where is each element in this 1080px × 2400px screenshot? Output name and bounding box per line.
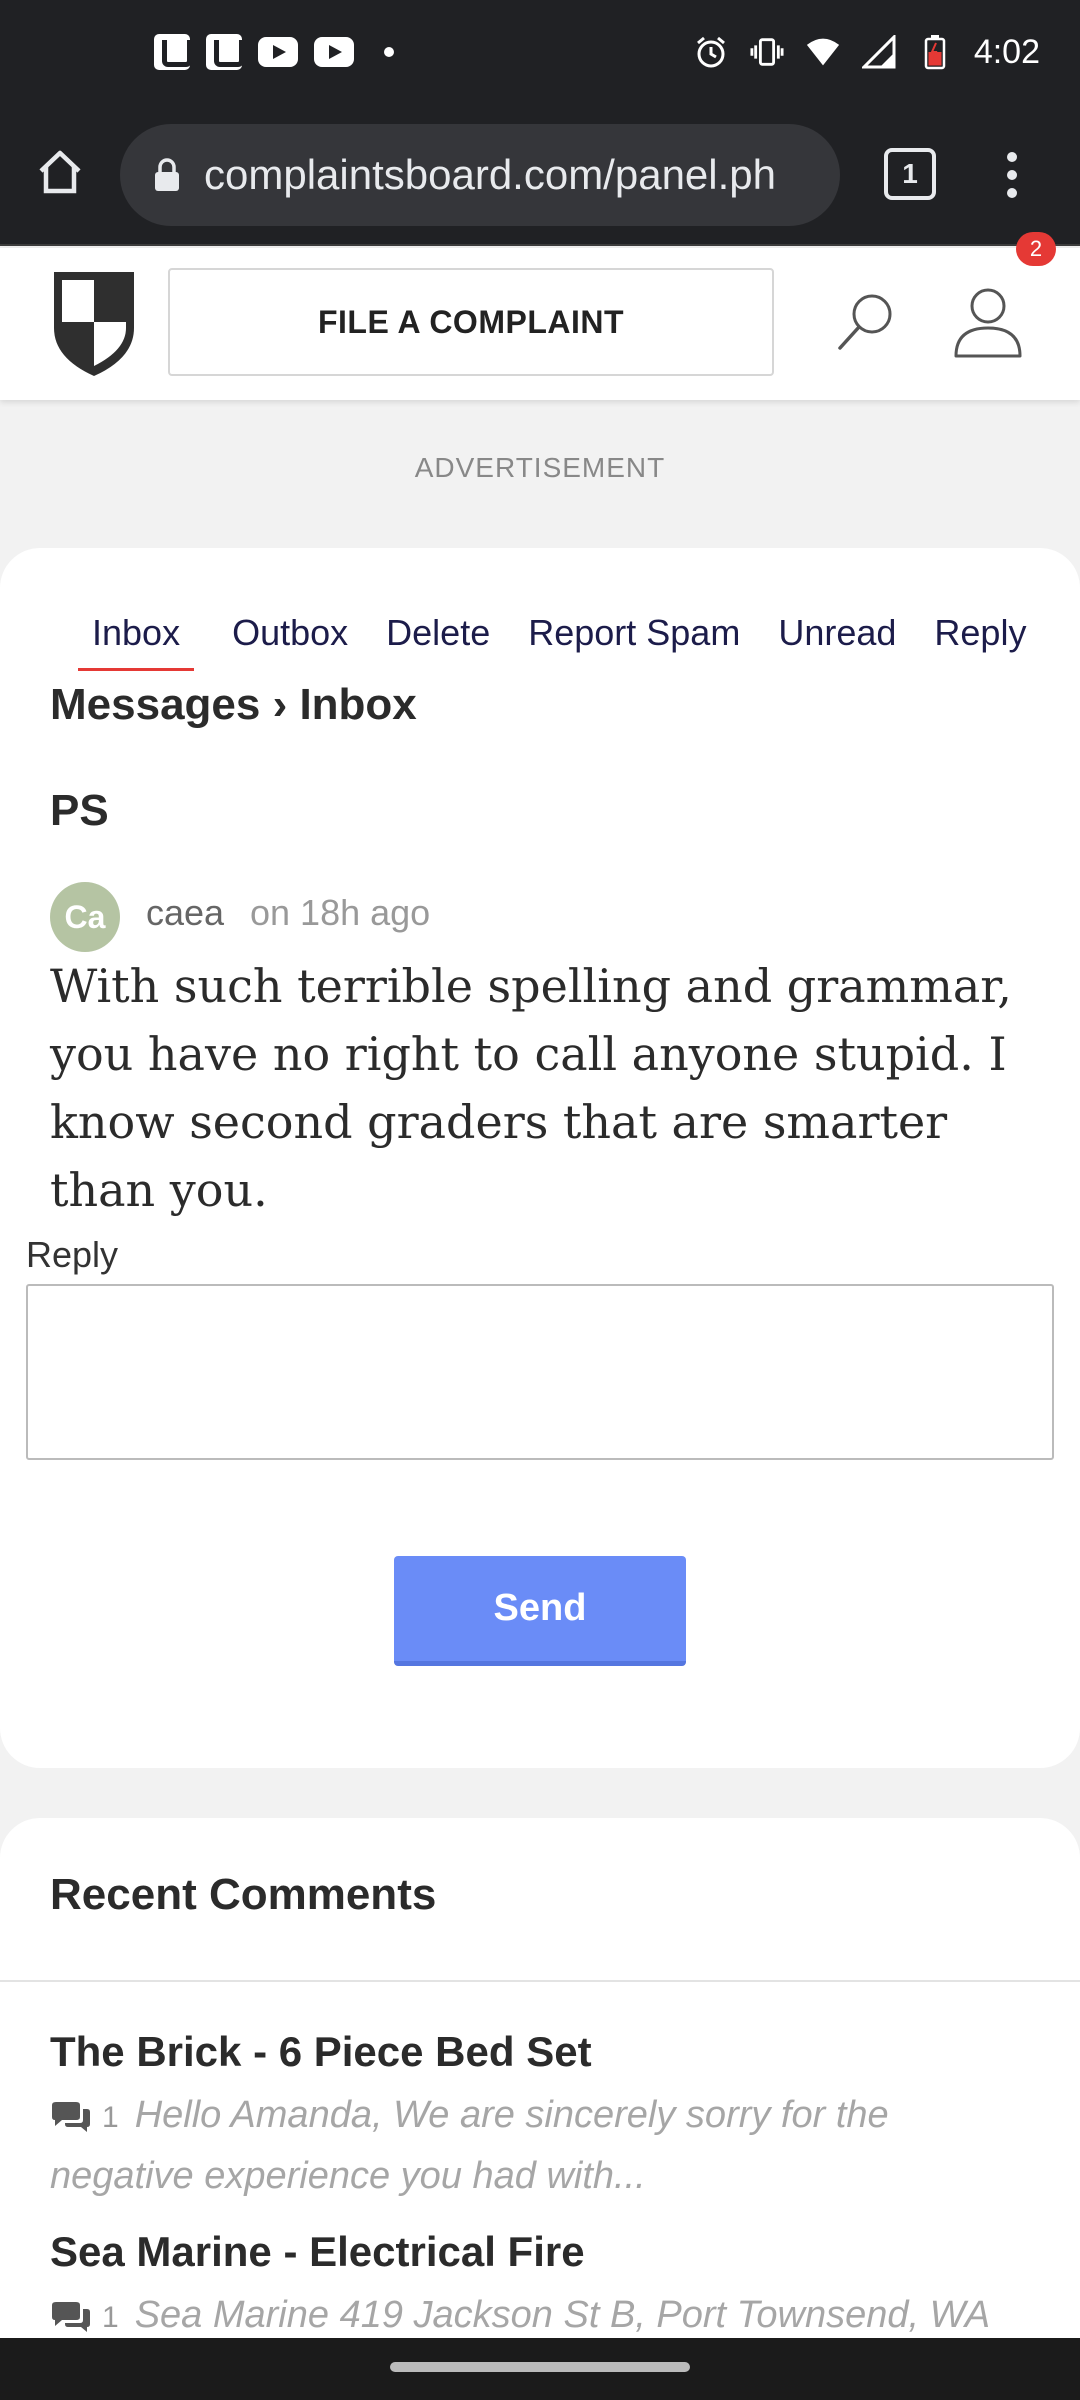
tab-delete[interactable]: Delete (386, 612, 490, 671)
address-bar[interactable]: complaintsboard.com/panel.ph (120, 124, 840, 226)
clock: 4:02 (973, 32, 1040, 71)
search-button[interactable] (832, 288, 900, 356)
comment-title[interactable]: Sea Marine - Electrical Fire (50, 2228, 1040, 2276)
list-item[interactable]: Sea Marine - Electrical Fire 1 Sea Marine… (50, 2228, 1040, 2338)
comment-title[interactable]: The Brick - 6 Piece Bed Set (50, 2028, 1040, 2076)
youtube-icon (314, 37, 354, 67)
comments-icon (52, 2301, 90, 2332)
home-button[interactable] (28, 140, 92, 204)
notification-badge: 2 (1016, 232, 1056, 266)
message-panel: Inbox Outbox Delete Report Spam Unread R… (0, 548, 1080, 1768)
comment-count: 1 (102, 2301, 119, 2334)
tab-reply[interactable]: Reply (934, 612, 1026, 671)
wifi-icon (806, 35, 840, 69)
home-gesture-handle[interactable] (390, 2362, 690, 2372)
message-body: With such terrible spelling and grammar,… (50, 959, 1012, 1217)
lock-icon (155, 158, 179, 191)
comment-excerpt-row: 1 Sea Marine 419 Jackson St B, Port Towns… (50, 2286, 1040, 2338)
message-timestamp: on 18h ago (250, 892, 431, 933)
u-app-icon (206, 34, 244, 70)
list-item[interactable]: The Brick - 6 Piece Bed Set 1 Hello Amand… (50, 2028, 1040, 2205)
tab-report-spam[interactable]: Report Spam (528, 612, 740, 671)
tab-outbox[interactable]: Outbox (232, 612, 348, 671)
message-tabs: Inbox Outbox Delete Report Spam Unread R… (78, 612, 1026, 671)
signal-icon (861, 35, 896, 69)
search-icon (838, 294, 892, 350)
reply-textarea[interactable] (26, 1284, 1054, 1460)
browser-toolbar: complaintsboard.com/panel.ph 1 (0, 104, 1080, 246)
site-header: FILE A COMPLAINT (0, 248, 1080, 400)
advertisement-label: ADVERTISEMENT (414, 452, 666, 483)
dot-icon (384, 47, 394, 57)
comment-excerpt: Hello Amanda, We are sincerely sorry for… (50, 2094, 889, 2197)
battery-icon (918, 35, 952, 70)
notification-icons (154, 32, 394, 72)
sender-name[interactable]: caea (146, 892, 224, 934)
tab-switcher-button[interactable]: 1 (884, 148, 936, 200)
comments-icon (52, 2101, 90, 2132)
vibrate-icon (750, 35, 784, 69)
system-icons: 4:02 (694, 28, 1040, 76)
alarm-icon (694, 35, 728, 69)
message-subject: PS (50, 786, 109, 835)
tab-inbox[interactable]: Inbox (78, 612, 195, 671)
browser-menu-button[interactable] (992, 140, 1032, 210)
youtube-icon (258, 37, 298, 67)
divider (0, 1980, 1080, 1982)
recent-comments-title: Recent Comments (50, 1870, 437, 1919)
tab-unread[interactable]: Unread (778, 612, 896, 671)
recent-comments-panel: Recent Comments The Brick - 6 Piece Bed … (0, 1818, 1080, 2338)
breadcrumb: Messages › Inbox (50, 680, 417, 729)
url-text: complaintsboard.com/panel.ph (204, 151, 777, 198)
comment-count: 1 (102, 2101, 119, 2134)
comment-excerpt-row: 1 Hello Amanda, We are sincerely sorry fo… (50, 2086, 1040, 2205)
site-logo-icon[interactable] (48, 266, 140, 380)
comment-excerpt: Sea Marine 419 Jackson St B, Port Townse… (134, 2294, 991, 2336)
home-icon (39, 150, 81, 194)
avatar: Ca (50, 882, 120, 952)
send-button[interactable]: Send (394, 1556, 686, 1666)
user-icon (954, 288, 1022, 358)
file-complaint-button[interactable]: FILE A COMPLAINT (168, 268, 774, 376)
reply-label: Reply (26, 1234, 119, 1275)
user-account-button[interactable] (950, 282, 1026, 362)
u-app-icon (154, 34, 192, 70)
system-navigation-bar (0, 2338, 1080, 2400)
status-bar: 4:02 (0, 0, 1080, 104)
